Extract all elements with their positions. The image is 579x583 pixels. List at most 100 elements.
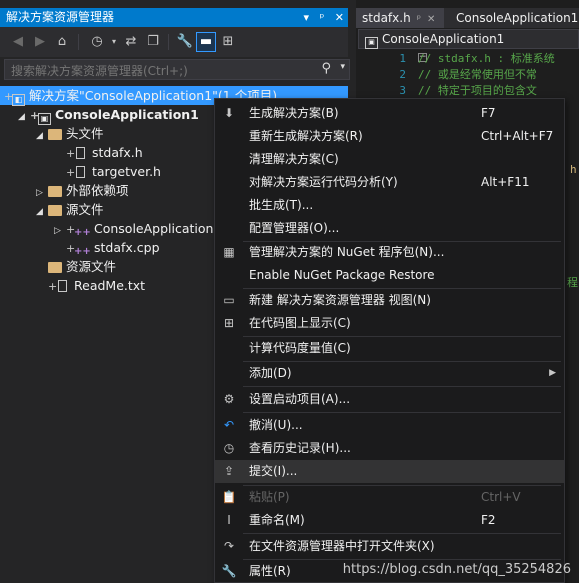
menu-item-build-solution[interactable]: ⬇ 生成解决方案(B) F7 — [215, 102, 564, 125]
solution-explorer-title-bar: 解决方案资源管理器 ▾ ᵖ ✕ — [0, 8, 348, 27]
menu-item-show-on-code-map[interactable]: ⊞ 在代码图上显示(C) — [215, 312, 564, 335]
menu-item-shortcut: Alt+F11 — [481, 175, 530, 189]
properties-wrench-icon[interactable]: 🔧 — [176, 33, 194, 51]
tree-item-label: 外部依赖项 — [66, 183, 129, 198]
menu-item-rename[interactable]: Ⅰ 重命名(M) F2 — [215, 509, 564, 532]
menu-item-label: 粘贴(P) — [249, 490, 290, 504]
tab-console-application[interactable]: ConsoleApplication1 — [450, 8, 579, 28]
search-icon[interactable]: ⚲ — [321, 61, 331, 76]
code-text: // 或是经常使用但不常 — [418, 68, 537, 81]
menu-item-new-view[interactable]: ▭ 新建 解决方案资源管理器 视图(N) — [215, 289, 564, 312]
search-options-dropdown-icon[interactable]: ▾ — [340, 62, 345, 72]
tree-item-label: stdafx.h — [92, 145, 143, 160]
menu-item-label: 查看历史记录(H)... — [249, 441, 351, 455]
menu-item-label: 设置启动项目(A)... — [249, 392, 351, 406]
code-fragment: h — [570, 163, 577, 176]
menu-item-label: 生成解决方案(B) — [249, 106, 339, 120]
menu-item-paste[interactable]: 📋 粘贴(P) Ctrl+V — [215, 486, 564, 509]
history-icon: ◷ — [223, 441, 235, 455]
tree-item-stdafx-cpp[interactable]: +++ stdafx.cpp — [66, 238, 160, 257]
menu-item-label: 撤消(U)... — [249, 418, 303, 432]
pin-icon[interactable]: ᵖ — [320, 11, 325, 24]
line-number: 3 — [399, 84, 406, 97]
menu-separator — [243, 386, 561, 387]
panel-title: 解决方案资源管理器 — [6, 10, 115, 24]
class-view-icon[interactable]: ⊞ — [219, 33, 237, 51]
folder-icon — [48, 186, 62, 197]
menu-item-commit[interactable]: ⇪ 提交(I)... — [215, 460, 564, 483]
menu-item-label: 在代码图上显示(C) — [249, 316, 351, 330]
menu-item-clean-solution[interactable]: 清理解决方案(C) — [215, 148, 564, 171]
tree-item-main-cpp[interactable]: ▷ +++ ConsoleApplication1 — [54, 219, 221, 238]
tree-item-resource-files[interactable]: 资源文件 — [48, 257, 116, 276]
code-line[interactable]: 1 // stdafx.h : 标准系统 — [356, 51, 554, 67]
tree-item-header-files[interactable]: ◢ 头文件 — [36, 124, 104, 143]
tree-item-stdafx-h[interactable]: + stdafx.h — [66, 143, 143, 162]
folder-icon — [48, 205, 62, 216]
nav-value: ConsoleApplication1 — [382, 32, 505, 46]
tree-item-source-files[interactable]: ◢ 源文件 — [36, 200, 104, 219]
menu-item-shortcut: F7 — [481, 106, 496, 120]
tree-item-label: ConsoleApplication1 — [55, 107, 199, 122]
menu-item-batch-build[interactable]: 批生成(T)... — [215, 194, 564, 217]
gear-icon: ⚙ — [223, 392, 235, 406]
tab-label: stdafx.h — [362, 11, 411, 25]
tree-item-label: targetver.h — [92, 164, 161, 179]
pending-add-icon: + — [4, 90, 14, 103]
close-icon[interactable]: ✕ — [427, 14, 435, 25]
tree-item-external-deps[interactable]: ▷ 外部依赖项 — [36, 181, 129, 200]
tab-label: ConsoleApplication1 — [456, 11, 579, 25]
menu-item-label: 计算代码度量值(C) — [249, 341, 351, 355]
code-line[interactable]: 3 // 特定于项目的包含文 — [356, 83, 537, 99]
menu-item-enable-nuget-restore[interactable]: Enable NuGet Package Restore — [215, 264, 564, 287]
menu-item-shortcut: Ctrl+Alt+F7 — [481, 129, 554, 143]
tree-item-targetver-h[interactable]: + targetver.h — [66, 162, 161, 181]
tree-item-project[interactable]: ◢ + ▣ ConsoleApplication1 — [18, 105, 199, 127]
menu-item-calculate-code-metrics[interactable]: 计算代码度量值(C) — [215, 337, 564, 360]
menu-item-undo[interactable]: ↶ 撤消(U)... — [215, 414, 564, 437]
menu-item-run-code-analysis[interactable]: 对解决方案运行代码分析(Y) Alt+F11 — [215, 171, 564, 194]
tree-item-readme[interactable]: + ReadMe.txt — [48, 276, 145, 295]
expanded-arrow-icon[interactable]: ◢ — [36, 203, 48, 222]
menu-item-label: 对解决方案运行代码分析(Y) — [249, 175, 398, 189]
window-position-dropdown-icon[interactable]: ▾ — [304, 11, 310, 24]
code-text: // 特定于项目的包含文 — [418, 84, 537, 97]
expanded-arrow-icon[interactable]: ◢ — [36, 127, 48, 146]
code-map-icon: ⊞ — [223, 316, 235, 330]
forward-icon[interactable]: ▶ — [31, 33, 49, 51]
expanded-arrow-icon[interactable]: ◢ — [18, 108, 30, 127]
menu-item-label: 管理解决方案的 NuGet 程序包(N)... — [249, 245, 445, 259]
project-navigation-dropdown[interactable]: ▣ ConsoleApplication1 — [358, 29, 579, 49]
menu-item-label: 在文件资源管理器中打开文件夹(X) — [249, 539, 435, 553]
cpp-file-icon: ++ — [74, 246, 91, 257]
collapsed-arrow-icon[interactable]: ▷ — [54, 222, 66, 241]
menu-item-rebuild-solution[interactable]: 重新生成解决方案(R) Ctrl+Alt+F7 — [215, 125, 564, 148]
editor-tab-strip: stdafx.h ᵖ ✕ ConsoleApplication1 — [356, 8, 579, 28]
menu-item-add[interactable]: 添加(D) ▶ — [215, 362, 564, 385]
code-line[interactable]: 2 // 或是经常使用但不常 — [356, 67, 537, 83]
tree-item-label: 头文件 — [66, 126, 104, 141]
search-box: ⚲ ▾ — [4, 59, 350, 81]
menu-item-set-startup-project[interactable]: ⚙ 设置启动项目(A)... — [215, 388, 564, 411]
menu-item-view-history[interactable]: ◷ 查看历史记录(H)... — [215, 437, 564, 460]
tab-stdafx-h[interactable]: stdafx.h ᵖ ✕ — [356, 8, 444, 28]
history-icon[interactable]: ◷ — [88, 33, 106, 51]
menu-item-shortcut: Ctrl+V — [481, 490, 521, 504]
back-icon[interactable]: ◀ — [9, 33, 27, 51]
menu-item-label: 属性(R) — [249, 564, 291, 578]
close-icon[interactable]: ✕ — [335, 11, 344, 24]
collapse-all-icon[interactable]: ❐ — [144, 33, 162, 51]
project-icon: ▣ — [365, 37, 378, 49]
show-all-files-icon[interactable]: ▬ — [196, 32, 216, 52]
code-fragment: 程 — [567, 276, 578, 289]
pin-icon[interactable]: ᵖ — [417, 14, 421, 25]
search-input[interactable] — [5, 60, 313, 81]
sync-icon[interactable]: ⇄ — [122, 33, 140, 51]
text-file-icon — [58, 280, 67, 292]
menu-item-configuration-manager[interactable]: 配置管理器(O)... — [215, 217, 564, 240]
menu-item-manage-nuget[interactable]: ▦ 管理解决方案的 NuGet 程序包(N)... — [215, 241, 564, 264]
wrench-icon: 🔧 — [221, 564, 237, 578]
menu-item-open-folder-in-explorer[interactable]: ↷ 在文件资源管理器中打开文件夹(X) — [215, 535, 564, 558]
home-icon[interactable]: ⌂ — [53, 33, 71, 51]
chevron-down-icon[interactable]: ▾ — [105, 33, 123, 51]
